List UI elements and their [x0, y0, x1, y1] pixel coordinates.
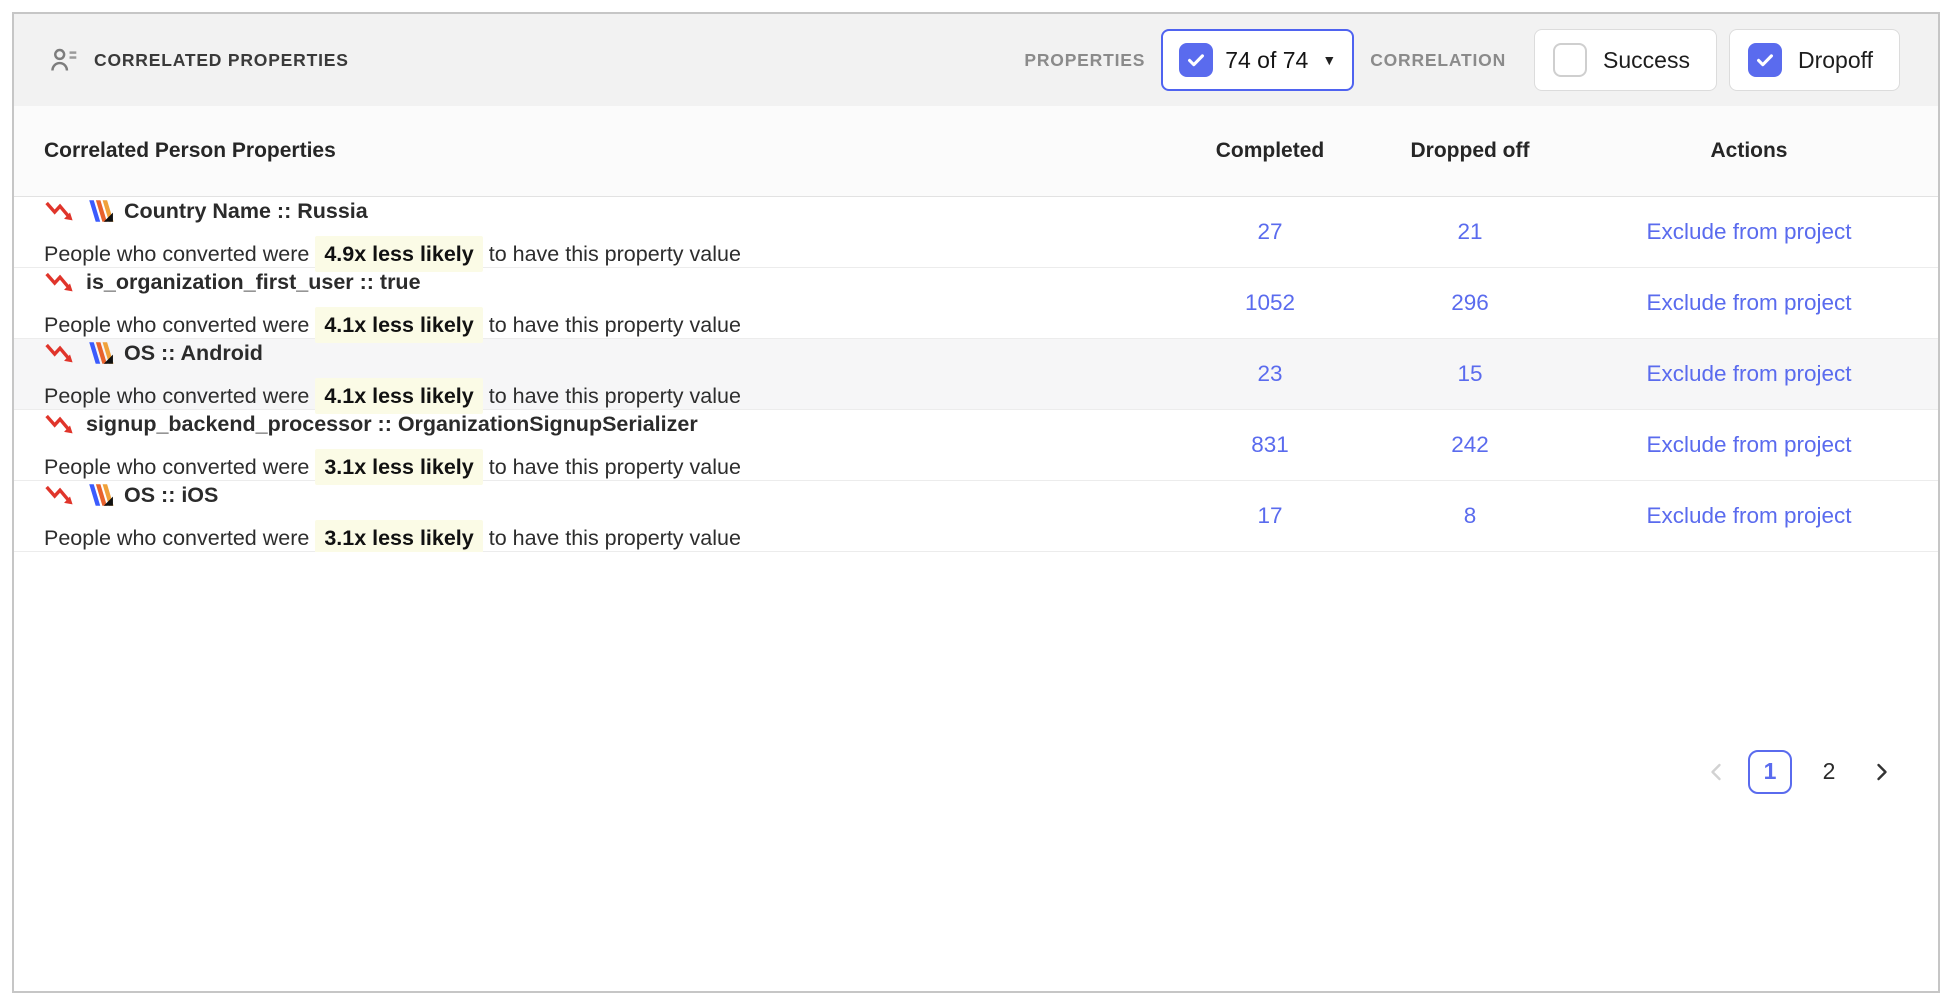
chevron-down-icon: ▼ [1322, 52, 1336, 68]
exclude-from-project-link[interactable]: Exclude from project [1646, 503, 1851, 529]
dropped-off-count[interactable]: 8 [1380, 481, 1560, 551]
table-body: Country Name :: Russia People who conver… [14, 197, 1938, 552]
column-header-property: Correlated Person Properties [14, 139, 1160, 163]
completed-count[interactable]: 27 [1160, 197, 1380, 267]
description-prefix: People who converted were [44, 384, 309, 408]
table-row: Country Name :: Russia People who conver… [14, 197, 1938, 268]
table-row: OS :: Android People who converted were … [14, 339, 1938, 410]
trend-down-icon [44, 481, 76, 509]
actions-cell: Exclude from project [1560, 268, 1938, 338]
multiplier-highlight: 4.1x less likely [315, 307, 482, 343]
actions-cell: Exclude from project [1560, 410, 1938, 480]
trend-down-icon [44, 339, 76, 367]
dropped-off-count[interactable]: 15 [1380, 339, 1560, 409]
property-title: OS :: iOS [44, 481, 1160, 509]
actions-cell: Exclude from project [1560, 481, 1938, 551]
table-row: is_organization_first_user :: true Peopl… [14, 268, 1938, 339]
success-checkbox[interactable] [1553, 43, 1587, 77]
property-description: People who converted were 3.1x less like… [44, 455, 1160, 480]
properties-filter-dropdown[interactable]: 74 of 74 ▼ [1161, 29, 1354, 91]
multiplier-highlight: 4.9x less likely [315, 236, 482, 272]
property-name: OS :: Android [124, 341, 263, 366]
multiplier-highlight: 4.1x less likely [315, 378, 482, 414]
property-description: People who converted were 3.1x less like… [44, 526, 1160, 551]
success-toggle-button[interactable]: Success [1534, 29, 1717, 91]
property-cell: is_organization_first_user :: true Peopl… [14, 268, 1160, 338]
exclude-from-project-link[interactable]: Exclude from project [1646, 361, 1851, 387]
description-suffix: to have this property value [489, 455, 741, 479]
property-name: Country Name :: Russia [124, 199, 368, 224]
description-prefix: People who converted were [44, 313, 309, 337]
description-suffix: to have this property value [489, 384, 741, 408]
properties-label: PROPERTIES [1024, 50, 1145, 71]
table-row: signup_backend_processor :: Organization… [14, 410, 1938, 481]
column-header-actions: Actions [1560, 139, 1938, 163]
completed-count[interactable]: 831 [1160, 410, 1380, 480]
properties-filter-value: 74 of 74 [1225, 47, 1308, 74]
property-description: People who converted were 4.1x less like… [44, 384, 1160, 409]
panel-title-group: CORRELATED PROPERTIES [48, 44, 349, 76]
bar-chart-icon [86, 197, 114, 225]
table-row: OS :: iOS People who converted were 3.1x… [14, 481, 1938, 552]
exclude-from-project-link[interactable]: Exclude from project [1646, 219, 1851, 245]
exclude-from-project-link[interactable]: Exclude from project [1646, 432, 1851, 458]
pagination-page-2[interactable]: 2 [1808, 750, 1850, 794]
bar-chart-icon [86, 339, 114, 367]
property-title: signup_backend_processor :: Organization… [44, 410, 1160, 438]
dropoff-toggle-label: Dropoff [1798, 47, 1873, 74]
property-name: signup_backend_processor :: Organization… [86, 412, 698, 437]
description-suffix: to have this property value [489, 242, 741, 266]
actions-cell: Exclude from project [1560, 197, 1938, 267]
completed-count[interactable]: 1052 [1160, 268, 1380, 338]
dropoff-toggle-button[interactable]: Dropoff [1729, 29, 1900, 91]
property-name: OS :: iOS [124, 483, 218, 508]
dropped-off-count[interactable]: 296 [1380, 268, 1560, 338]
completed-count[interactable]: 17 [1160, 481, 1380, 551]
property-cell: OS :: Android People who converted were … [14, 339, 1160, 409]
dropped-off-count[interactable]: 242 [1380, 410, 1560, 480]
panel-header: CORRELATED PROPERTIES PROPERTIES 74 of 7… [14, 14, 1938, 106]
chevron-left-icon [1702, 757, 1732, 787]
correlated-properties-panel: CORRELATED PROPERTIES PROPERTIES 74 of 7… [12, 12, 1940, 993]
property-name: is_organization_first_user :: true [86, 270, 421, 295]
bar-chart-icon [86, 481, 114, 509]
chevron-right-icon[interactable] [1866, 757, 1896, 787]
column-header-completed: Completed [1160, 139, 1380, 163]
person-list-icon [48, 44, 80, 76]
multiplier-highlight: 3.1x less likely [315, 449, 482, 485]
description-suffix: to have this property value [489, 526, 741, 550]
description-prefix: People who converted were [44, 455, 309, 479]
property-title: OS :: Android [44, 339, 1160, 367]
actions-cell: Exclude from project [1560, 339, 1938, 409]
property-description: People who converted were 4.1x less like… [44, 313, 1160, 338]
description-prefix: People who converted were [44, 526, 309, 550]
trend-down-icon [44, 197, 76, 225]
success-toggle-label: Success [1603, 47, 1690, 74]
exclude-from-project-link[interactable]: Exclude from project [1646, 290, 1851, 316]
property-cell: OS :: iOS People who converted were 3.1x… [14, 481, 1160, 551]
property-title: Country Name :: Russia [44, 197, 1160, 225]
property-title: is_organization_first_user :: true [44, 268, 1160, 296]
property-cell: signup_backend_processor :: Organization… [14, 410, 1160, 480]
trend-down-icon [44, 410, 76, 438]
property-description: People who converted were 4.9x less like… [44, 242, 1160, 267]
panel-title: CORRELATED PROPERTIES [94, 50, 349, 71]
trend-down-icon [44, 268, 76, 296]
completed-count[interactable]: 23 [1160, 339, 1380, 409]
property-cell: Country Name :: Russia People who conver… [14, 197, 1160, 267]
description-suffix: to have this property value [489, 313, 741, 337]
dropoff-checkbox[interactable] [1748, 43, 1782, 77]
table-footer: 1 2 [14, 552, 1938, 991]
pagination-page-1[interactable]: 1 [1748, 750, 1792, 794]
column-header-dropped-off: Dropped off [1380, 139, 1560, 163]
dropped-off-count[interactable]: 21 [1380, 197, 1560, 267]
correlation-label: CORRELATION [1370, 50, 1506, 71]
table-header-row: Correlated Person Properties Completed D… [14, 106, 1938, 197]
description-prefix: People who converted were [44, 242, 309, 266]
multiplier-highlight: 3.1x less likely [315, 520, 482, 556]
properties-select-all-checkbox[interactable] [1179, 43, 1213, 77]
